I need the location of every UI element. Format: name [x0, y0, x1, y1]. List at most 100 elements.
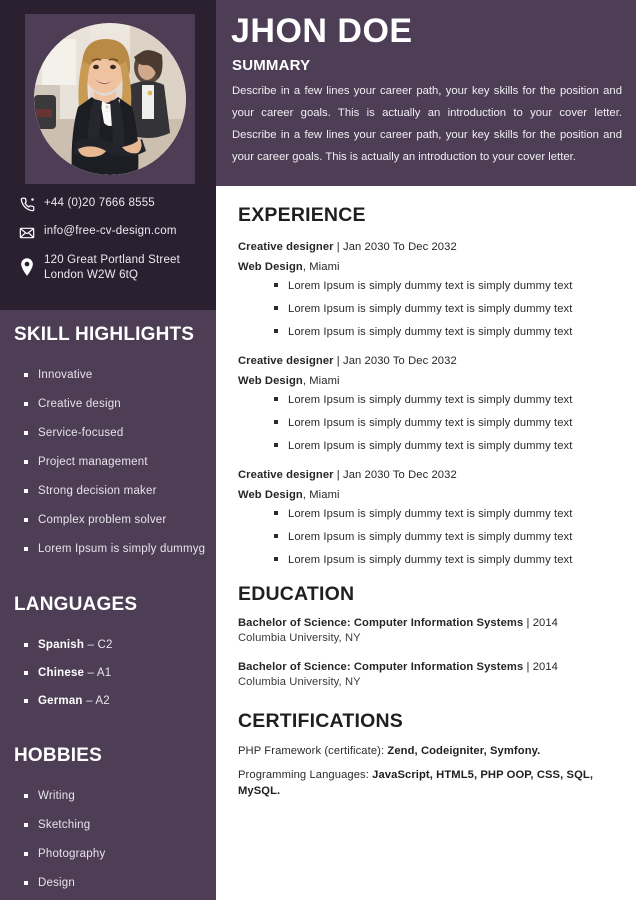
- skills-list: Innovative Creative design Service-focused…: [0, 368, 216, 556]
- certification-value: Zend, Codeigniter, Symfony.: [387, 745, 541, 757]
- job-location: , Miami: [302, 375, 340, 387]
- education-list: Bachelor of Science: Computer Informatio…: [238, 616, 614, 690]
- languages-list: Spanish – C2 Chinese – A1 German – A2: [0, 638, 216, 708]
- contact-phone[interactable]: +44 (0)20 7666 8555: [0, 196, 216, 212]
- certification-label: PHP Framework (certificate):: [238, 745, 388, 757]
- job-company: Web Design: [238, 489, 303, 501]
- job-bullet-list: Lorem Ipsum is simply dummy text is simp…: [238, 279, 614, 339]
- main-content: EXPERIENCE Creative designer | Jan 2030 …: [216, 186, 636, 900]
- hobbies-list: Writing Sketching Photography Design: [0, 789, 216, 890]
- hobby-item: Writing: [24, 789, 208, 803]
- contact-email[interactable]: info@free-cv-design.com: [0, 224, 216, 241]
- job-bullet: Lorem Ipsum is simply dummy text is simp…: [274, 439, 614, 453]
- language-name: Spanish: [38, 639, 85, 651]
- cv-header: JHON DOE SUMMARY Describe in a few lines…: [216, 0, 636, 186]
- language-level: – A1: [84, 667, 112, 679]
- skill-item: Project management: [24, 455, 208, 469]
- hobbies-heading: HOBBIES: [14, 745, 102, 766]
- job-title: Creative designer: [238, 355, 334, 367]
- location-icon: [14, 253, 40, 276]
- education-school: Columbia University, NY: [238, 676, 361, 688]
- education-entry: Bachelor of Science: Computer Informatio…: [238, 616, 614, 646]
- language-name: Chinese: [38, 667, 85, 679]
- hobby-item: Design: [24, 876, 208, 890]
- portrait-photo-graphic: [34, 23, 186, 175]
- skill-item: Service-focused: [24, 426, 208, 440]
- job-bullet: Lorem Ipsum is simply dummy text is simp…: [274, 302, 614, 316]
- experience-entry: Creative designer | Jan 2030 To Dec 2032…: [238, 241, 614, 339]
- job-title: Creative designer: [238, 241, 334, 253]
- job-company-row: Web Design, Miami: [238, 489, 614, 501]
- phone-number: +44 (0)20 7666 8555: [44, 197, 155, 209]
- job-title-row: Creative designer | Jan 2030 To Dec 2032: [238, 241, 614, 253]
- sidebar: +44 (0)20 7666 8555 info@free-cv-design.…: [0, 0, 216, 900]
- experience-heading: EXPERIENCE: [238, 204, 366, 226]
- job-dates: | Jan 2030 To Dec 2032: [333, 469, 457, 481]
- summary-text: Describe in a few lines your career path…: [232, 85, 622, 163]
- contact-address[interactable]: 120 Great Portland Street London W2W 6tQ: [0, 253, 216, 282]
- certifications-heading: CERTIFICATIONS: [238, 710, 403, 732]
- education-degree: Bachelor of Science: Computer Informatio…: [238, 617, 524, 629]
- skills-heading: SKILL HIGHLIGHTS: [14, 324, 195, 345]
- job-bullet: Lorem Ipsum is simply dummy text is simp…: [274, 325, 614, 339]
- certification-label: Programming Languages:: [238, 769, 373, 781]
- language-item: Chinese – A1: [24, 666, 208, 680]
- job-dates: | Jan 2030 To Dec 2032: [333, 241, 457, 253]
- education-degree-row: Bachelor of Science: Computer Informatio…: [238, 660, 614, 675]
- page-title: JHON DOE: [231, 12, 413, 50]
- certifications-list: PHP Framework (certificate): Zend, Codei…: [238, 743, 614, 799]
- job-bullet-list: Lorem Ipsum is simply dummy text is simp…: [238, 393, 614, 453]
- cv-page: +44 (0)20 7666 8555 info@free-cv-design.…: [0, 0, 636, 900]
- skill-item: Lorem Ipsum is simply dummyg: [24, 542, 208, 556]
- job-bullet: Lorem Ipsum is simply dummy text is simp…: [274, 416, 614, 430]
- job-company-row: Web Design, Miami: [238, 261, 614, 273]
- job-bullet: Lorem Ipsum is simply dummy text is simp…: [274, 279, 614, 293]
- address-text: 120 Great Portland Street London W2W 6tQ: [40, 253, 180, 282]
- education-school: Columbia University, NY: [238, 632, 361, 644]
- experience-list: Creative designer | Jan 2030 To Dec 2032…: [238, 241, 614, 567]
- job-title: Creative designer: [238, 469, 334, 481]
- hobby-item: Sketching: [24, 818, 208, 832]
- skills-section: SKILL HIGHLIGHTS Innovative Creative desi…: [0, 324, 216, 571]
- job-bullet: Lorem Ipsum is simply dummy text is simp…: [274, 507, 614, 521]
- language-level: – A2: [82, 695, 110, 707]
- education-heading: EDUCATION: [238, 583, 355, 605]
- job-title-row: Creative designer | Jan 2030 To Dec 2032: [238, 469, 614, 481]
- certification-line: PHP Framework (certificate): Zend, Codei…: [238, 743, 614, 759]
- job-location: , Miami: [302, 489, 340, 501]
- languages-section: LANGUAGES Spanish – C2 Chinese – A1 German…: [0, 594, 216, 722]
- education-entry: Bachelor of Science: Computer Informatio…: [238, 660, 614, 690]
- avatar: [34, 23, 186, 175]
- email-address: info@free-cv-design.com: [44, 225, 177, 237]
- job-bullet-list: Lorem Ipsum is simply dummy text is simp…: [238, 507, 614, 567]
- education-year: | 2014: [523, 661, 558, 673]
- experience-entry: Creative designer | Jan 2030 To Dec 2032…: [238, 355, 614, 453]
- experience-entry: Creative designer | Jan 2030 To Dec 2032…: [238, 469, 614, 567]
- education-year: | 2014: [523, 617, 558, 629]
- job-company: Web Design: [238, 375, 303, 387]
- address-line-2: London W2W 6tQ: [44, 268, 139, 281]
- hobbies-section: HOBBIES Writing Sketching Photography Desig…: [0, 745, 216, 900]
- job-dates: | Jan 2030 To Dec 2032: [333, 355, 457, 367]
- skill-item: Creative design: [24, 397, 208, 411]
- job-bullet: Lorem Ipsum is simply dummy text is simp…: [274, 530, 614, 544]
- skill-item: Complex problem solver: [24, 513, 208, 527]
- job-title-row: Creative designer | Jan 2030 To Dec 2032: [238, 355, 614, 367]
- education-degree: Bachelor of Science: Computer Informatio…: [238, 661, 524, 673]
- job-bullet: Lorem Ipsum is simply dummy text is simp…: [274, 553, 614, 567]
- skill-item: Strong decision maker: [24, 484, 208, 498]
- language-item: Spanish – C2: [24, 638, 208, 652]
- language-level: – C2: [84, 639, 113, 651]
- summary-heading: SUMMARY: [232, 57, 311, 74]
- skill-item: Innovative: [24, 368, 208, 382]
- photo-panel: [25, 14, 195, 184]
- job-company: Web Design: [238, 261, 303, 273]
- language-name: German: [38, 695, 83, 707]
- education-degree-row: Bachelor of Science: Computer Informatio…: [238, 616, 614, 631]
- address-line-1: 120 Great Portland Street: [44, 254, 181, 266]
- languages-heading: LANGUAGES: [14, 594, 138, 615]
- hobby-item: Photography: [24, 847, 208, 861]
- certification-line: Programming Languages: JavaScript, HTML5…: [238, 767, 614, 799]
- job-bullet: Lorem Ipsum is simply dummy text is simp…: [274, 393, 614, 407]
- email-icon: [14, 224, 40, 241]
